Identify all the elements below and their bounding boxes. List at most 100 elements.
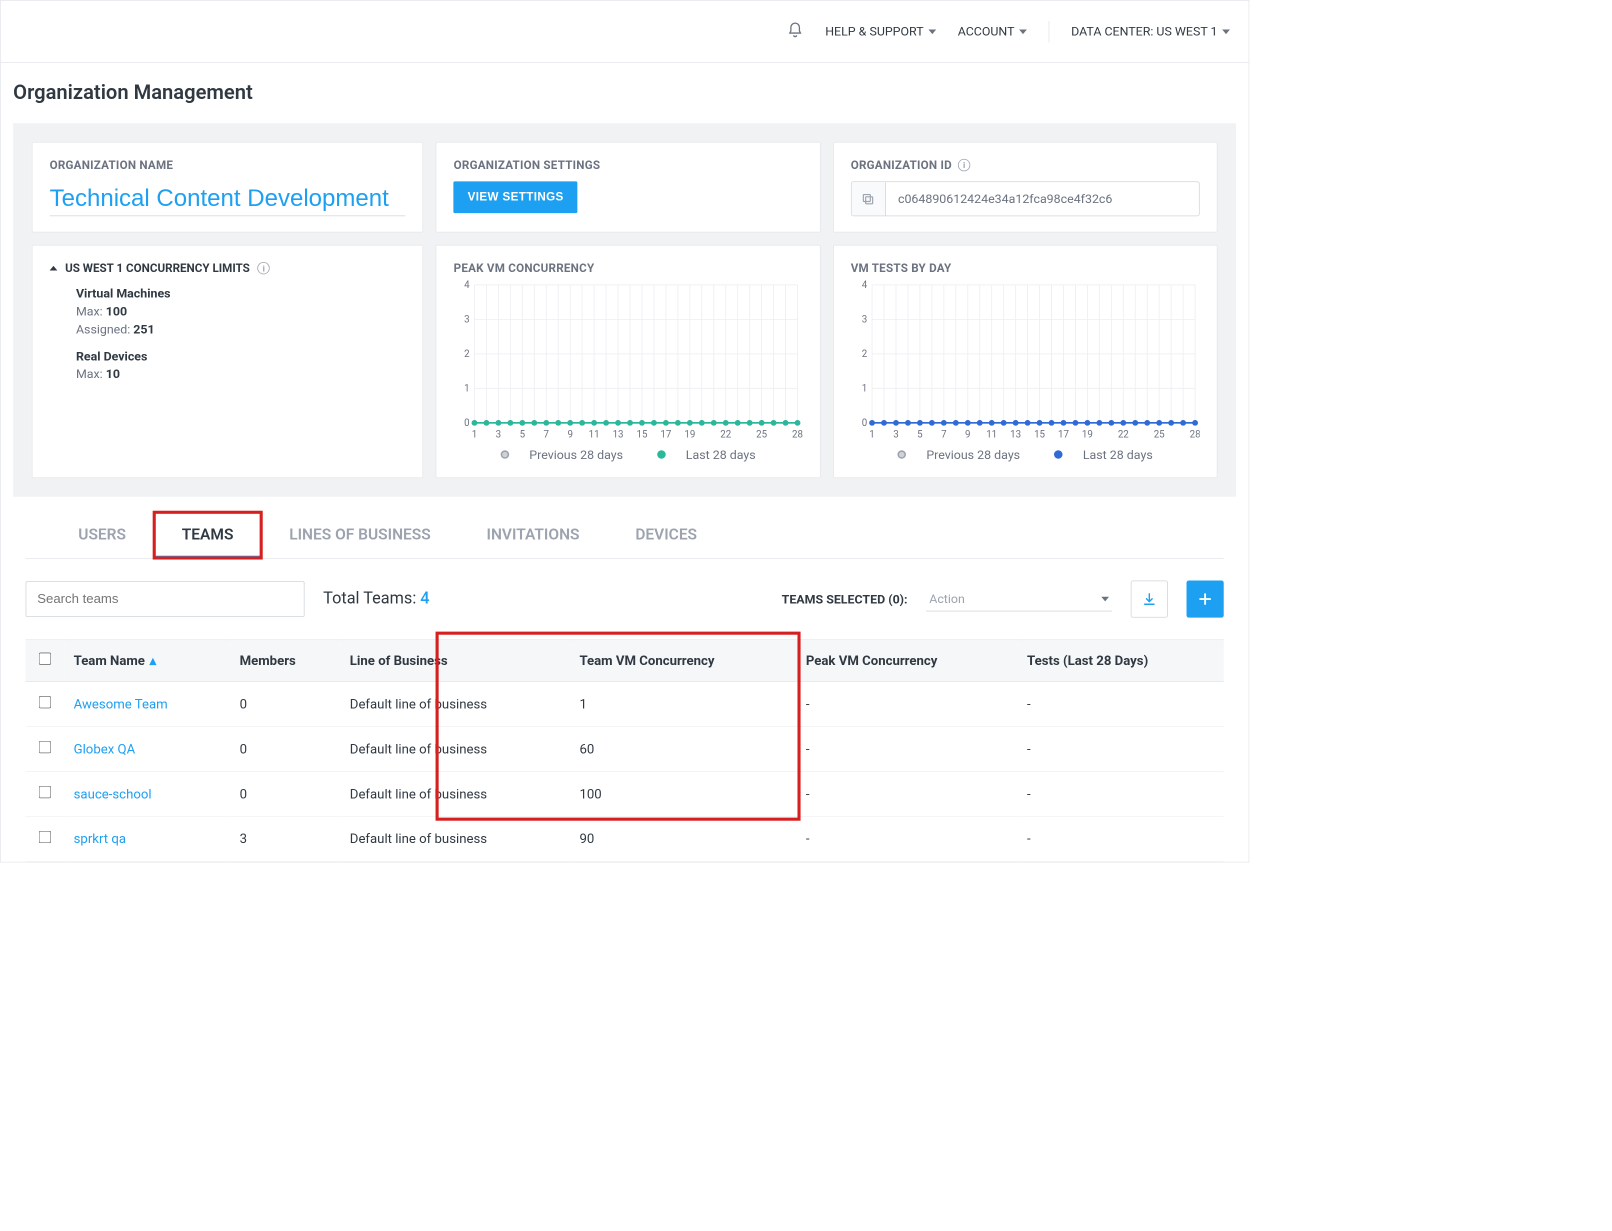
- tab-users[interactable]: USERS: [50, 512, 153, 558]
- svg-text:3: 3: [893, 429, 898, 440]
- cell-pvm: -: [797, 682, 1018, 727]
- org-id-label: ORGANIZATION ID i: [851, 158, 1200, 172]
- account-menu[interactable]: ACCOUNT: [958, 24, 1027, 39]
- vm-assigned: Assigned: 251: [76, 322, 406, 337]
- action-select[interactable]: Action: [926, 587, 1112, 612]
- cell-tests: -: [1018, 682, 1224, 727]
- svg-text:1: 1: [869, 429, 874, 440]
- org-id-value: c064890612424e34a12fca98ce4f32c6: [886, 182, 1125, 215]
- add-team-button[interactable]: [1187, 580, 1224, 617]
- svg-text:3: 3: [861, 315, 866, 326]
- col-lob[interactable]: Line of Business: [341, 640, 571, 682]
- svg-text:22: 22: [1118, 429, 1129, 440]
- svg-text:11: 11: [986, 429, 997, 440]
- chevron-down-icon: [1019, 29, 1027, 34]
- table-row: Awesome Team 0 Default line of business …: [26, 682, 1224, 727]
- col-tests[interactable]: Tests (Last 28 Days): [1018, 640, 1224, 682]
- col-peak-vm[interactable]: Peak VM Concurrency: [797, 640, 1018, 682]
- cell-members: 0: [230, 682, 340, 727]
- cell-lob: Default line of business: [341, 816, 571, 861]
- peak-vm-chart: 01234135791113151719222528: [454, 280, 803, 443]
- help-support-menu[interactable]: HELP & SUPPORT: [825, 24, 936, 39]
- vm-tests-chart: 01234135791113151719222528: [851, 280, 1200, 443]
- select-all-checkbox[interactable]: [39, 653, 51, 665]
- row-checkbox[interactable]: [39, 696, 51, 708]
- cell-lob: Default line of business: [341, 772, 571, 817]
- col-members[interactable]: Members: [230, 640, 340, 682]
- cell-pvm: -: [797, 772, 1018, 817]
- table-row: Globex QA 0 Default line of business 60 …: [26, 727, 1224, 772]
- svg-text:19: 19: [1082, 429, 1093, 440]
- svg-text:1: 1: [861, 384, 866, 395]
- org-settings-label: ORGANIZATION SETTINGS: [454, 158, 803, 172]
- svg-text:1: 1: [464, 384, 469, 395]
- concurrency-limits-toggle[interactable]: US WEST 1 CONCURRENCY LIMITS i: [50, 261, 406, 275]
- copy-org-id-button[interactable]: [851, 182, 885, 215]
- page-title: Organization Management: [1, 63, 1249, 123]
- svg-text:25: 25: [1153, 429, 1164, 440]
- info-icon[interactable]: i: [258, 262, 270, 274]
- info-icon[interactable]: i: [958, 159, 970, 171]
- svg-text:17: 17: [661, 429, 672, 440]
- chevron-down-icon: [1101, 596, 1109, 601]
- day-chart-title: VM TESTS BY DAY: [851, 261, 1200, 275]
- svg-text:9: 9: [965, 429, 970, 440]
- svg-text:3: 3: [464, 315, 469, 326]
- notifications-icon[interactable]: [786, 21, 803, 41]
- search-teams-input[interactable]: [26, 581, 305, 617]
- cell-tvm: 100: [570, 772, 796, 817]
- table-row: sauce-school 0 Default line of business …: [26, 772, 1224, 817]
- svg-text:3: 3: [496, 429, 501, 440]
- vm-max: Max: 100: [76, 304, 406, 319]
- svg-text:4: 4: [861, 280, 867, 291]
- svg-text:13: 13: [1010, 429, 1021, 440]
- chevron-down-icon: [928, 29, 936, 34]
- rd-max: Max: 10: [76, 367, 406, 382]
- org-name-label: ORGANIZATION NAME: [50, 158, 406, 172]
- cell-tvm: 90: [570, 816, 796, 861]
- team-name-link[interactable]: Globex QA: [64, 727, 230, 772]
- peak-chart-legend: Previous 28 days Last 28 days: [454, 447, 803, 462]
- cell-members: 0: [230, 772, 340, 817]
- row-checkbox[interactable]: [39, 741, 51, 753]
- col-team-vm[interactable]: Team VM Concurrency: [570, 640, 796, 682]
- svg-text:0: 0: [464, 418, 469, 429]
- cell-pvm: -: [797, 816, 1018, 861]
- tab-invitations[interactable]: INVITATIONS: [459, 512, 608, 558]
- col-team-name[interactable]: Team Name▴: [64, 640, 230, 682]
- svg-text:25: 25: [756, 429, 767, 440]
- table-row: sprkrt qa 3 Default line of business 90 …: [26, 816, 1224, 861]
- row-checkbox[interactable]: [39, 786, 51, 798]
- tab-devices[interactable]: DEVICES: [607, 512, 724, 558]
- svg-text:7: 7: [941, 429, 947, 440]
- org-name-input[interactable]: [50, 181, 406, 216]
- svg-text:19: 19: [685, 429, 696, 440]
- team-name-link[interactable]: Awesome Team: [64, 682, 230, 727]
- cell-tvm: 60: [570, 727, 796, 772]
- team-name-link[interactable]: sprkrt qa: [64, 816, 230, 861]
- vm-label: Virtual Machines: [76, 286, 406, 301]
- rd-label: Real Devices: [76, 349, 406, 364]
- svg-text:17: 17: [1058, 429, 1069, 440]
- svg-text:1: 1: [472, 429, 477, 440]
- teams-selected-label: TEAMS SELECTED (0):: [782, 592, 908, 607]
- total-teams: Total Teams: 4: [323, 590, 429, 609]
- cell-pvm: -: [797, 727, 1018, 772]
- peak-chart-title: PEAK VM CONCURRENCY: [454, 261, 803, 275]
- cell-tests: -: [1018, 727, 1224, 772]
- data-center-menu[interactable]: DATA CENTER: US WEST 1: [1071, 24, 1230, 39]
- cell-tests: -: [1018, 772, 1224, 817]
- row-checkbox[interactable]: [39, 831, 51, 843]
- download-button[interactable]: [1131, 580, 1168, 617]
- svg-text:15: 15: [1034, 429, 1045, 440]
- cell-tvm: 1: [570, 682, 796, 727]
- tab-teams[interactable]: TEAMS: [154, 512, 261, 558]
- tab-lines-of-business[interactable]: LINES OF BUSINESS: [261, 512, 458, 558]
- chevron-down-icon: [1222, 29, 1230, 34]
- svg-text:2: 2: [861, 349, 867, 360]
- svg-text:28: 28: [792, 429, 802, 440]
- svg-text:9: 9: [568, 429, 573, 440]
- svg-text:5: 5: [520, 429, 526, 440]
- view-settings-button[interactable]: VIEW SETTINGS: [454, 181, 578, 213]
- team-name-link[interactable]: sauce-school: [64, 772, 230, 817]
